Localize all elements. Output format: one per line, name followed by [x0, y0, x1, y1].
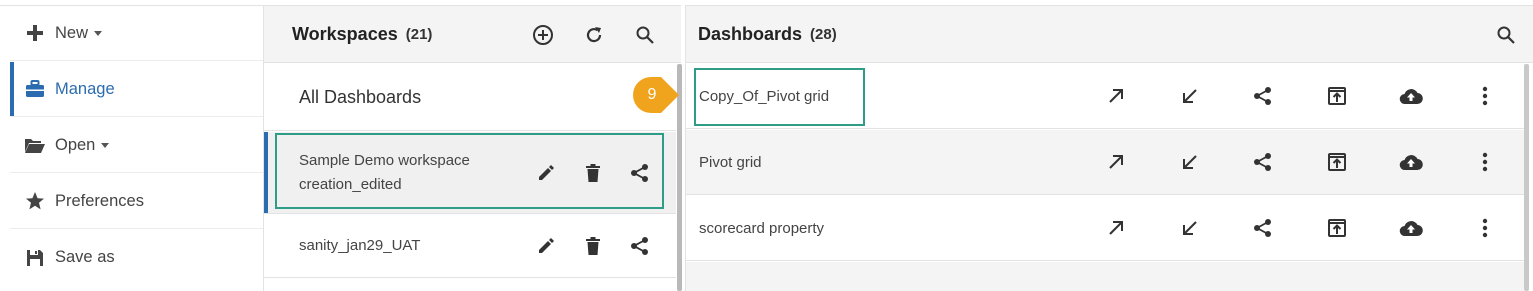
dashboards-scrollbar[interactable] — [1524, 64, 1529, 291]
menu-item-label: Manage — [55, 79, 115, 98]
floppy-icon — [24, 247, 46, 269]
workspaces-count: (21) — [405, 25, 433, 43]
share-icon[interactable] — [628, 234, 652, 258]
menu-item-manage[interactable]: Manage — [10, 62, 263, 117]
star-icon — [24, 190, 46, 212]
arrow-down-left-icon[interactable] — [1178, 150, 1202, 174]
all-dashboards-item[interactable]: All Dashboards — [264, 64, 676, 131]
arrow-up-right-icon[interactable] — [1104, 84, 1128, 108]
more-options-icon[interactable] — [1473, 216, 1497, 240]
share-icon[interactable] — [628, 161, 652, 185]
cloud-upload-icon[interactable] — [1399, 216, 1423, 240]
dashboard-row[interactable] — [686, 262, 1524, 291]
workspaces-panel: Workspaces (21) All Dashboards Sample De… — [263, 5, 681, 291]
workspace-name: sanity_jan29_UAT — [299, 237, 421, 254]
workspace-item[interactable]: Sample Demo workspace creation_edited — [264, 132, 676, 214]
publish-icon[interactable] — [1325, 84, 1349, 108]
add-workspace-icon[interactable] — [531, 23, 555, 47]
workspace-item[interactable]: sanity_jan29_UAT — [264, 215, 676, 278]
side-menu: New Manage Open Preferences Save as — [0, 5, 263, 291]
search-icon[interactable] — [633, 23, 657, 47]
cloud-upload-icon[interactable] — [1399, 150, 1423, 174]
menu-item-open[interactable]: Open — [10, 118, 263, 173]
briefcase-icon — [24, 78, 46, 100]
menu-item-label: Save as — [55, 248, 115, 266]
search-icon[interactable] — [1494, 23, 1518, 47]
dashboard-row[interactable]: scorecard property — [686, 196, 1524, 261]
folder-open-icon — [24, 134, 46, 156]
workspaces-title: Workspaces — [292, 23, 398, 44]
all-dashboards-label: All Dashboards — [299, 86, 422, 107]
workspace-name: Sample Demo workspace creation_edited — [299, 151, 470, 193]
arrow-down-left-icon[interactable] — [1178, 84, 1202, 108]
arrow-up-right-icon[interactable] — [1104, 150, 1128, 174]
callout-badge-number: 9 — [647, 86, 657, 103]
edit-icon[interactable] — [534, 234, 558, 258]
dashboard-row[interactable]: Pivot grid — [686, 130, 1524, 195]
share-icon[interactable] — [1251, 216, 1275, 240]
publish-icon[interactable] — [1325, 150, 1349, 174]
arrow-down-left-icon[interactable] — [1178, 216, 1202, 240]
delete-icon[interactable] — [581, 234, 605, 258]
menu-item-label: New — [55, 23, 89, 42]
dashboard-name: scorecard property — [699, 219, 825, 237]
more-options-icon[interactable] — [1473, 150, 1497, 174]
menu-item-label: Preferences — [55, 191, 144, 210]
menu-item-save-as[interactable]: Save as — [10, 230, 263, 285]
dashboards-count: (28) — [810, 25, 837, 43]
menu-item-label: Open — [55, 135, 96, 154]
cloud-upload-icon[interactable] — [1399, 84, 1423, 108]
menu-item-new[interactable]: New — [10, 6, 263, 61]
dashboard-name: Copy_Of_Pivot grid — [699, 87, 830, 105]
publish-icon[interactable] — [1325, 216, 1349, 240]
more-options-icon[interactable] — [1473, 84, 1497, 108]
refresh-icon[interactable] — [582, 23, 606, 47]
dashboards-title: Dashboards — [698, 23, 803, 44]
dashboard-row[interactable]: Copy_Of_Pivot grid — [686, 64, 1524, 129]
dashboards-header: Dashboards (28) — [686, 6, 1533, 63]
caret-down-icon — [101, 142, 110, 148]
arrow-up-right-icon[interactable] — [1104, 216, 1128, 240]
delete-icon[interactable] — [581, 161, 605, 185]
dashboards-panel: Dashboards (28) Copy_Of_Pivot grid Pivot… — [685, 5, 1533, 291]
workspaces-header: Workspaces (21) — [264, 6, 681, 63]
edit-icon[interactable] — [534, 161, 558, 185]
share-icon[interactable] — [1251, 84, 1275, 108]
plus-icon — [24, 22, 46, 44]
caret-down-icon — [94, 30, 103, 36]
share-icon[interactable] — [1251, 150, 1275, 174]
menu-item-preferences[interactable]: Preferences — [10, 174, 263, 229]
dashboard-name: Pivot grid — [699, 153, 762, 171]
